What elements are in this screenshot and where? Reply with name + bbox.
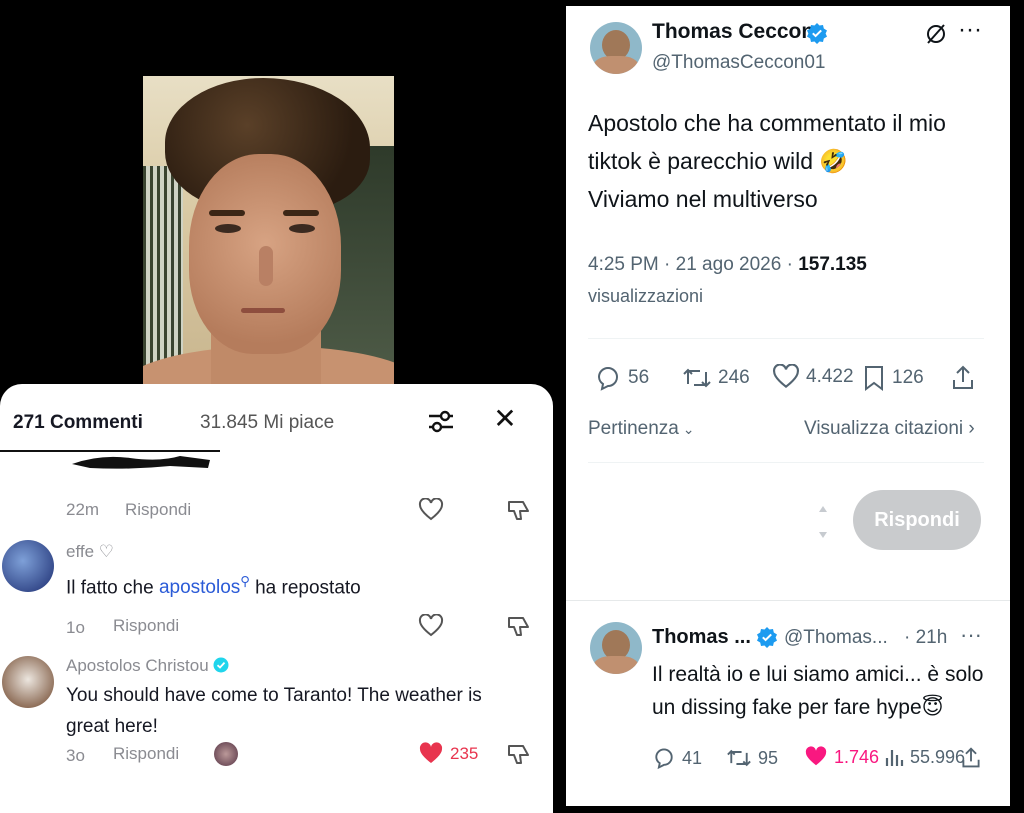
comment-username[interactable]: effe ♡ — [66, 542, 114, 562]
author-handle[interactable]: @Thomas... — [784, 627, 888, 649]
bookmark-action[interactable]: 126 — [862, 364, 924, 392]
heart-filled-icon[interactable] — [418, 742, 444, 766]
heart-filled-icon — [805, 746, 827, 766]
reply-icon — [597, 367, 618, 391]
share-icon[interactable] — [960, 746, 982, 770]
repost-action[interactable]: 246 — [682, 364, 750, 392]
heart-outline-icon: ♡ — [98, 542, 115, 561]
comment-count: 271 Commenti — [13, 412, 143, 433]
author-name[interactable]: Thomas Ceccon — [652, 20, 814, 44]
comment-text: You should have come to Taranto! The wea… — [66, 685, 482, 737]
avatar[interactable] — [590, 22, 642, 74]
more-options-icon[interactable]: ··· — [958, 16, 982, 44]
dislike-icon[interactable] — [506, 741, 532, 767]
heart-icon — [773, 364, 799, 389]
grok-icon[interactable] — [924, 22, 948, 46]
views-label: visualizzazioni — [588, 286, 704, 306]
analytics-icon — [885, 750, 904, 766]
reply-button[interactable]: Rispondi — [853, 490, 981, 550]
author-name[interactable]: Thomas ... — [652, 626, 751, 649]
comment-username[interactable]: Apostolos Christou — [66, 656, 229, 676]
dislike-icon[interactable] — [506, 613, 532, 639]
verified-icon — [213, 657, 229, 673]
reply-action[interactable]: 56 — [594, 364, 649, 392]
share-icon[interactable] — [950, 364, 976, 392]
screenshot-collage: 271 Commenti 31.845 Mi piace ✕ 22m Rispo… — [0, 0, 1024, 813]
avatar[interactable] — [2, 540, 54, 592]
selfie-photo — [143, 76, 394, 386]
chevron-down-icon: ⌄ — [678, 421, 695, 437]
tiktok-comments-sheet: 271 Commenti 31.845 Mi piace ✕ 22m Rispo… — [0, 384, 553, 813]
filter-icon[interactable] — [427, 408, 455, 434]
view-quotes-link[interactable]: Visualizza citazioni › — [804, 418, 975, 440]
scroll-stepper-icon[interactable] — [816, 500, 830, 544]
mention-link[interactable]: apostolos⚲ — [159, 574, 250, 598]
views-count: 157.135 — [798, 254, 867, 275]
divider — [588, 338, 984, 339]
avatar[interactable] — [590, 622, 642, 674]
divider — [566, 600, 1010, 601]
chevron-right-icon: › — [963, 418, 975, 439]
dislike-icon[interactable] — [506, 497, 532, 523]
like-count: 235 — [450, 744, 479, 763]
scribble-cutoff — [72, 456, 210, 469]
comment-time: 3o — [66, 746, 85, 765]
divider — [588, 462, 984, 463]
repost-icon — [727, 749, 751, 767]
heart-icon[interactable] — [418, 498, 444, 522]
avatar[interactable] — [2, 656, 54, 708]
creator-liked-avatar — [214, 742, 238, 766]
repost-action[interactable]: 95 — [726, 746, 778, 770]
post-body: Apostolo che ha commentato il mio tiktok… — [588, 110, 946, 212]
more-options-icon[interactable]: ··· — [960, 622, 982, 648]
views-action[interactable]: 55.996 — [884, 746, 965, 768]
search-icon: ⚲ — [240, 574, 250, 589]
like-action[interactable]: 1.746 — [804, 746, 879, 768]
like-action[interactable]: 4.422 — [772, 364, 854, 390]
verified-icon — [807, 23, 827, 44]
reply-icon — [655, 748, 673, 770]
x-post-card: Thomas Ceccon @ThomasCeccon01 ··· Aposto… — [566, 6, 1010, 806]
reply-action[interactable]: 41 — [652, 746, 702, 770]
reply-link[interactable]: Rispondi — [113, 744, 179, 764]
reply-body: Il realtà io e lui siamo amici... è solo… — [652, 663, 984, 719]
heart-icon[interactable] — [418, 614, 444, 638]
sort-dropdown[interactable]: Pertinenza ⌄ — [588, 418, 694, 440]
bookmark-icon — [865, 366, 883, 391]
comment-time: 1o — [66, 618, 85, 637]
reply-link[interactable]: Rispondi — [113, 616, 179, 636]
post-timestamp: 4:25 PM · 21 ago 2026 · 157.135 — [588, 254, 867, 275]
author-handle[interactable]: @ThomasCeccon01 — [652, 52, 825, 74]
comment-text: Il fatto che apostolos⚲ ha repostato — [66, 574, 361, 599]
verified-icon — [757, 627, 777, 648]
repost-icon — [683, 368, 711, 388]
comment-time: 22m — [66, 500, 100, 519]
close-icon[interactable]: ✕ — [492, 405, 518, 433]
reply-link[interactable]: Rispondi — [125, 500, 191, 520]
post-age: · 21h — [904, 627, 948, 648]
likes-total: 31.845 Mi piace — [200, 412, 335, 433]
